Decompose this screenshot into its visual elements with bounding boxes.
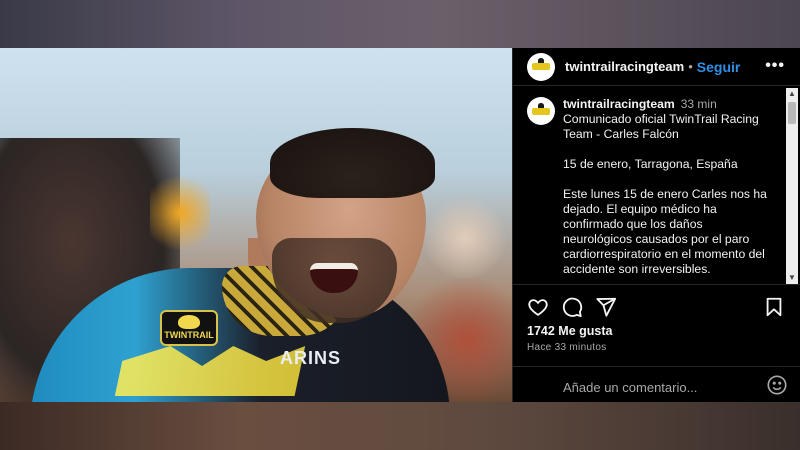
- divider: [513, 366, 800, 367]
- post-photo[interactable]: TWINTRAIL ARINS: [0, 48, 512, 402]
- team-logo-icon: [532, 102, 550, 115]
- caption-username[interactable]: twintrailracingteam: [563, 97, 675, 111]
- likes-count[interactable]: 1742 Me gusta: [527, 324, 612, 338]
- caption-scrollbar[interactable]: ▲ ▼: [786, 88, 798, 284]
- jersey-sponsor-text: ARINS: [280, 348, 342, 368]
- caption-line: confirmado que los daños: [563, 217, 703, 231]
- action-bar: [527, 296, 789, 320]
- post-header: twintrailracingteam • Seguir •••: [513, 48, 800, 86]
- post-timestamp: Hace 33 minutos: [527, 342, 607, 353]
- background-blur: [150, 168, 210, 258]
- caption-line: Comunicado oficial TwinTrail Racing: [563, 112, 759, 126]
- caption-gap: [563, 172, 779, 187]
- caption-line: accidente son irreversibles.: [563, 262, 711, 276]
- send-icon[interactable]: [595, 296, 617, 318]
- post-side-panel: twintrailracingteam • Seguir ••• twintra…: [512, 48, 800, 402]
- heart-icon[interactable]: [527, 296, 549, 318]
- smiley-icon[interactable]: [766, 374, 788, 396]
- background-blur: [420, 198, 510, 278]
- caption-line: neurológicos causados por el paro: [563, 232, 750, 246]
- rider-hair: [270, 128, 435, 198]
- caption-line: cardiorrespiratorio en el momento del: [563, 247, 765, 261]
- bookmark-icon[interactable]: [763, 296, 785, 318]
- follow-button[interactable]: Seguir: [697, 59, 741, 75]
- caption: twintrailracingteam 33 min Comunicado ofi…: [513, 87, 785, 277]
- team-logo-badge: TWINTRAIL: [160, 310, 218, 346]
- blurred-background-top: [0, 0, 800, 48]
- caption-text: twintrailracingteam 33 min Comunicado ofi…: [563, 97, 779, 277]
- caption-line: Team - Carles Falcón: [563, 127, 679, 141]
- separator-dot: •: [688, 59, 693, 74]
- caption-area: twintrailracingteam 33 min Comunicado ofi…: [513, 87, 785, 283]
- caption-time: 33 min: [680, 97, 717, 111]
- more-horizontal-icon[interactable]: •••: [765, 57, 785, 75]
- avatar[interactable]: [527, 97, 555, 125]
- scroll-thumb[interactable]: [788, 102, 796, 124]
- caption-line: Este lunes 15 de enero Carles nos ha: [563, 187, 767, 201]
- scroll-up-arrow-icon[interactable]: ▲: [786, 88, 798, 100]
- blurred-background-bottom: [0, 402, 800, 450]
- header-username[interactable]: twintrailracingteam: [565, 59, 684, 74]
- comment-icon[interactable]: [561, 296, 583, 318]
- scroll-down-arrow-icon[interactable]: ▼: [786, 272, 798, 284]
- divider: [513, 284, 800, 285]
- avatar[interactable]: [527, 52, 555, 81]
- caption-line: 15 de enero, Tarragona, España: [563, 157, 738, 171]
- team-logo-icon: [532, 58, 550, 70]
- caption-line: dejado. El equipo médico ha: [563, 202, 717, 216]
- team-logo-icon: [178, 315, 200, 329]
- team-logo-text: TWINTRAIL: [164, 330, 214, 340]
- instagram-post: TWINTRAIL ARINS twintrailracingteam • Se…: [0, 48, 800, 402]
- comment-input[interactable]: Añade un comentario...: [563, 380, 743, 395]
- caption-gap: [563, 142, 779, 157]
